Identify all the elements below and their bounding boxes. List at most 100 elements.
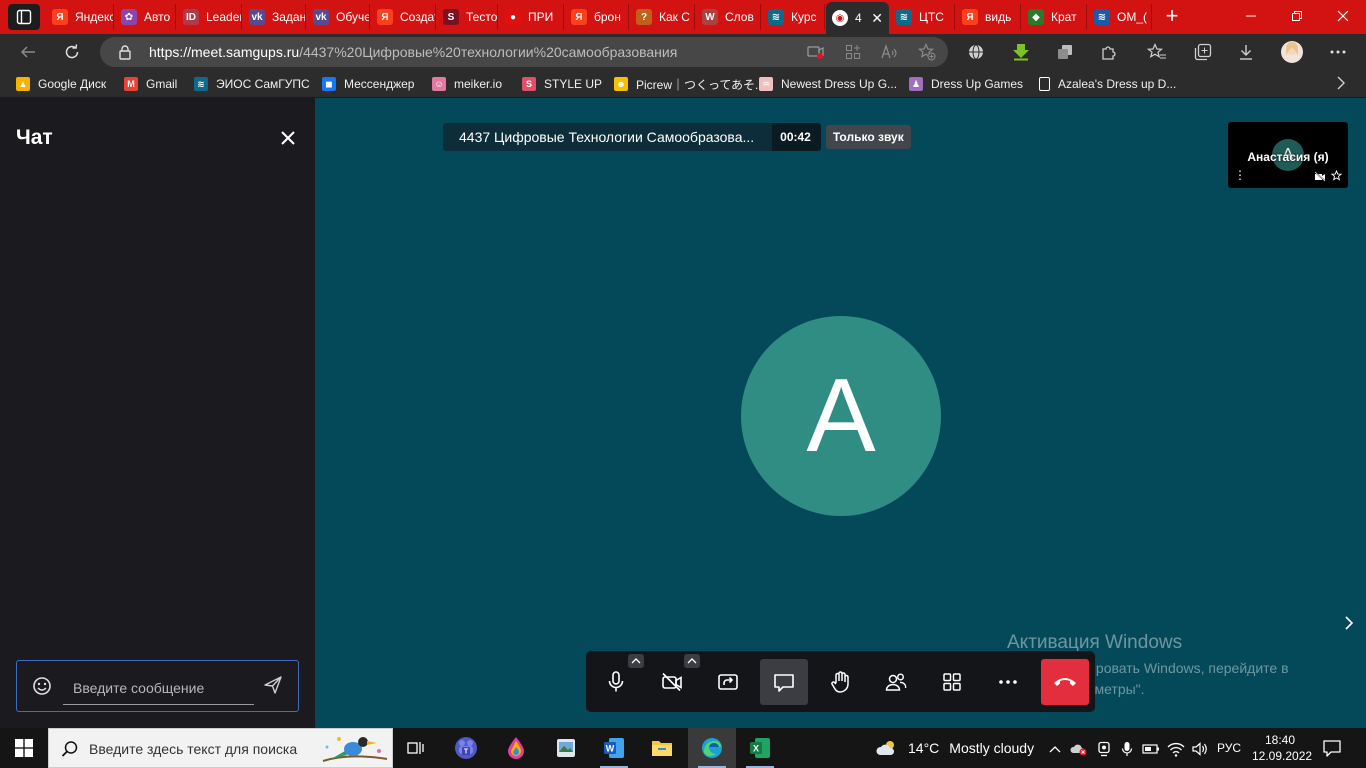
url-text[interactable]: https://meet.samgups.ru/4437%20Цифровые%…: [149, 44, 677, 60]
tab-actions-button[interactable]: [8, 4, 40, 30]
browser-tab[interactable]: ◆ Крат: [1022, 4, 1087, 30]
bookmark-item[interactable]: ◼ Мессенджер: [322, 75, 414, 93]
app-available-button[interactable]: [843, 42, 863, 62]
more-actions-button[interactable]: [984, 659, 1032, 705]
bookmark-item[interactable]: ☺ meiker.io: [432, 75, 502, 93]
start-button[interactable]: [0, 728, 48, 768]
onedrive-tray-button[interactable]: [1070, 740, 1088, 758]
samgups-icon: ≋: [194, 77, 208, 91]
browser-tab[interactable]: ≋ ОМ_(: [1088, 4, 1152, 30]
browser-tab[interactable]: vk Задания: [243, 4, 306, 30]
self-video-tile[interactable]: A Анастасия (я) ⋮: [1228, 122, 1348, 188]
browser-tab[interactable]: ≋ Курс: [762, 4, 825, 30]
bookmark-item[interactable]: ☻ Picrew｜つくってあそ...: [614, 75, 765, 93]
star-icon[interactable]: [1331, 170, 1342, 181]
participants-button[interactable]: [872, 659, 920, 705]
collections-extension-button[interactable]: [1051, 38, 1079, 66]
downloads-button[interactable]: [1232, 38, 1260, 66]
browser-tab[interactable]: ● ПРИ: [499, 4, 564, 30]
bookmark-item[interactable]: ♒ Newest Dress Up G...: [759, 75, 897, 93]
camera-in-use-indicator[interactable]: [806, 42, 826, 62]
taskbar-search[interactable]: Введите здесь текст для поиска: [48, 728, 393, 768]
browser-tab[interactable]: ≋ ЦТС: [890, 4, 955, 30]
task-view-button[interactable]: [392, 728, 440, 768]
vpn-extension-button[interactable]: [962, 38, 990, 66]
network-tray-button[interactable]: [1167, 740, 1185, 758]
chat-button[interactable]: [760, 659, 808, 705]
photos-taskbar-button[interactable]: [542, 728, 590, 768]
read-aloud-button[interactable]: [880, 42, 900, 62]
bookmark-item[interactable]: S STYLE UP: [522, 75, 602, 93]
notification-center-button[interactable]: [1322, 738, 1342, 763]
excel-taskbar-button[interactable]: X: [736, 728, 784, 768]
browser-tab[interactable]: ? Как С: [630, 4, 695, 30]
volume-tray-button[interactable]: [1191, 740, 1209, 758]
filmstrip-toggle-button[interactable]: [1344, 616, 1354, 635]
bookmarks-overflow-button[interactable]: [1336, 76, 1346, 95]
teams-taskbar-button[interactable]: T: [442, 728, 490, 768]
s-logo-icon: S: [443, 9, 459, 25]
weather-widget[interactable]: 14°C Mostly cloudy: [876, 739, 1034, 757]
send-icon[interactable]: [263, 675, 283, 695]
tile-view-button[interactable]: [928, 659, 976, 705]
restore-button[interactable]: [1274, 0, 1320, 32]
emoji-icon[interactable]: [32, 676, 52, 696]
hangup-button[interactable]: [1041, 659, 1089, 705]
browser-tab[interactable]: ◉ 4 ✕: [826, 2, 889, 34]
browser-tab[interactable]: W Слов: [696, 4, 761, 30]
camera-button[interactable]: [648, 659, 696, 705]
refresh-button[interactable]: [58, 38, 86, 66]
browser-tab[interactable]: vk Обучение: [307, 4, 370, 30]
bookmark-item[interactable]: M Gmail: [124, 75, 177, 93]
close-window-button[interactable]: [1320, 0, 1366, 32]
favorites-button[interactable]: [1143, 38, 1171, 66]
minimize-button[interactable]: [1228, 0, 1274, 32]
download-extension-button[interactable]: [1007, 38, 1035, 66]
bookmark-item[interactable]: ≋ ЭИОС СамГУПС: [194, 75, 310, 93]
cloud-error-icon: [1070, 744, 1087, 756]
task-view-icon: [407, 742, 424, 754]
new-tab-button[interactable]: +: [1160, 5, 1184, 29]
add-favorite-button[interactable]: [917, 42, 937, 62]
paint-taskbar-button[interactable]: [492, 728, 540, 768]
close-tab-icon[interactable]: ✕: [871, 10, 883, 27]
wifi-icon: [1167, 742, 1185, 757]
browser-tab[interactable]: ✿ Авто: [115, 4, 176, 30]
tab-label: ЦТС: [919, 10, 944, 24]
self-tile-menu-button[interactable]: ⋮: [1234, 168, 1246, 182]
microphone-tray-button[interactable]: [1118, 740, 1136, 758]
input-language[interactable]: РУС: [1217, 741, 1241, 755]
browser-tab[interactable]: S Тесто: [437, 4, 498, 30]
bookmark-item[interactable]: ♟ Dress Up Games: [909, 75, 1023, 93]
browser-tab[interactable]: Яброн: [565, 4, 629, 30]
file-explorer-taskbar-button[interactable]: [638, 728, 686, 768]
url-path: /4437%20Цифровые%20технологии%20самообра…: [299, 44, 678, 60]
battery-tray-button[interactable]: [1142, 740, 1160, 758]
chat-panel: Чат: [0, 98, 315, 728]
bookmark-item[interactable]: Azalea's Dress up D...: [1039, 75, 1176, 93]
edge-taskbar-button[interactable]: [688, 728, 736, 768]
system-clock[interactable]: 18:40 12.09.2022: [1252, 732, 1312, 764]
bookmark-label: STYLE UP: [544, 77, 603, 91]
back-button[interactable]: [14, 38, 42, 66]
browser-tab[interactable]: Я Создать: [371, 4, 436, 30]
show-hidden-icons-button[interactable]: [1046, 740, 1064, 758]
camera-tray-button[interactable]: [1095, 740, 1113, 758]
chat-message-input[interactable]: [63, 671, 254, 705]
profile-button[interactable]: [1278, 38, 1306, 66]
raise-hand-button[interactable]: [816, 659, 864, 705]
screen-share-button[interactable]: [704, 659, 752, 705]
extensions-button[interactable]: [1095, 38, 1123, 66]
browser-tab[interactable]: ID Leader-ID: [177, 4, 242, 30]
browser-tab[interactable]: Явидь: [956, 4, 1021, 30]
browser-tab[interactable]: Я Яндекс: [46, 4, 114, 30]
word-taskbar-button[interactable]: W: [590, 728, 638, 768]
settings-menu-button[interactable]: [1324, 38, 1352, 66]
address-bar[interactable]: https://meet.samgups.ru/4437%20Цифровые%…: [100, 37, 948, 67]
microphone-button[interactable]: [592, 659, 640, 705]
lock-icon[interactable]: [118, 44, 132, 60]
chat-close-button[interactable]: [278, 128, 298, 148]
chat-input-box: [16, 660, 299, 712]
collections-button[interactable]: [1189, 38, 1217, 66]
bookmark-item[interactable]: ▲ Google Диск: [16, 75, 106, 93]
